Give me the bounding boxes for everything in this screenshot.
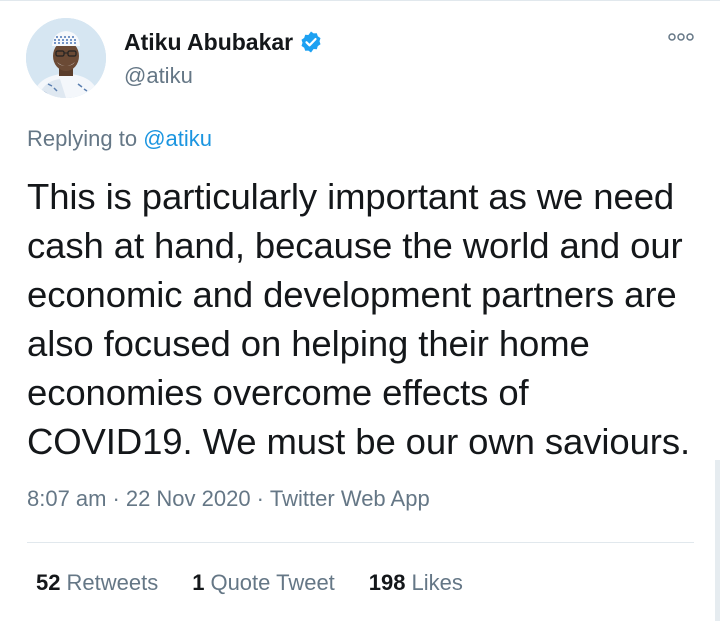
author-name[interactable]: Atiku Abubakar bbox=[124, 28, 293, 56]
retweets-count: 52 bbox=[36, 570, 61, 595]
likes-label: Likes bbox=[411, 570, 463, 595]
retweets-stat[interactable]: 52 Retweets bbox=[36, 568, 158, 598]
replying-to: Replying to @atiku bbox=[27, 124, 212, 154]
tweet-text: This is particularly important as we nee… bbox=[27, 176, 691, 462]
likes-stat[interactable]: 198 Likes bbox=[369, 568, 463, 598]
author-name-row: Atiku Abubakar bbox=[124, 28, 323, 56]
tweet-source[interactable]: Twitter Web App bbox=[270, 486, 430, 511]
meta-separator: · bbox=[112, 486, 120, 511]
more-options-icon[interactable] bbox=[668, 32, 694, 42]
divider bbox=[27, 542, 694, 543]
tweet-time[interactable]: 8:07 am bbox=[27, 486, 107, 511]
engagement-stats: 52 Retweets 1 Quote Tweet 198 Likes bbox=[36, 568, 463, 598]
quote-tweets-label: Quote Tweet bbox=[210, 570, 335, 595]
tweet-meta: 8:07 am · 22 Nov 2020 · Twitter Web App bbox=[27, 484, 430, 514]
scrollbar-track[interactable] bbox=[715, 460, 720, 621]
avatar[interactable] bbox=[26, 18, 106, 98]
avatar-image bbox=[26, 18, 106, 98]
replying-to-label: Replying to bbox=[27, 126, 144, 151]
verified-badge-icon bbox=[299, 30, 323, 54]
author-handle[interactable]: @atiku bbox=[124, 62, 193, 90]
quote-tweets-stat[interactable]: 1 Quote Tweet bbox=[192, 568, 335, 598]
meta-separator: · bbox=[256, 486, 264, 511]
top-border bbox=[0, 0, 720, 1]
likes-count: 198 bbox=[368, 570, 406, 595]
tweet-date[interactable]: 22 Nov 2020 bbox=[126, 486, 251, 511]
retweets-label: Retweets bbox=[66, 570, 159, 595]
reply-mention-link[interactable]: @atiku bbox=[143, 126, 212, 151]
quote-tweets-count: 1 bbox=[192, 570, 205, 595]
